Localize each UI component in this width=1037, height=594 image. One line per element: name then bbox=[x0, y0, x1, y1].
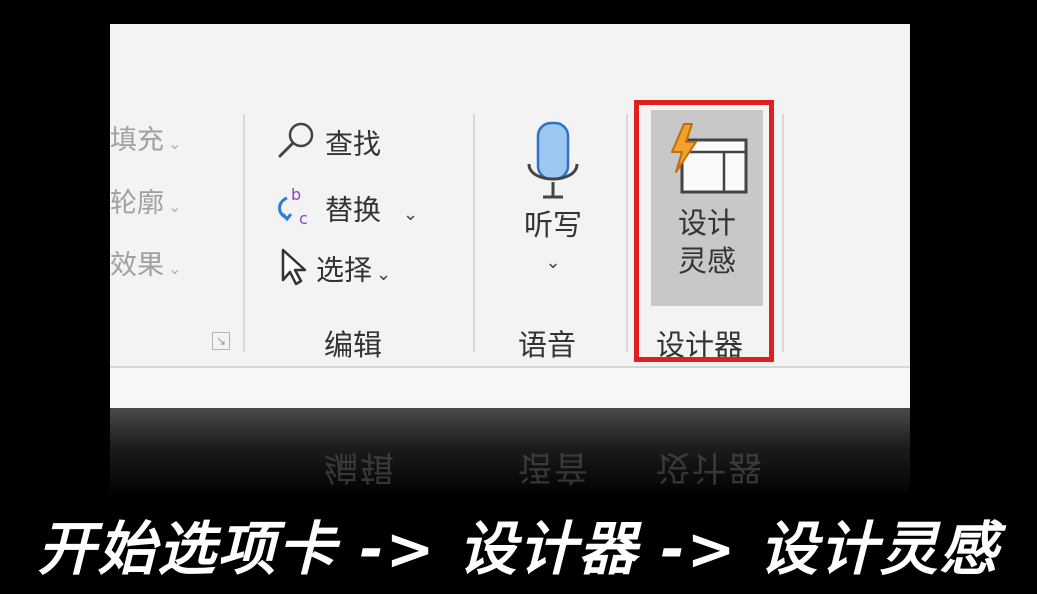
shape-effects-label: 效果 bbox=[110, 250, 164, 281]
replace-label: 替换 bbox=[325, 193, 382, 227]
shape-effects-dropdown[interactable]: 效果 ⌄ bbox=[110, 249, 181, 286]
replace-button[interactable]: b c 替换 ⌄ bbox=[273, 184, 418, 239]
group-separator bbox=[782, 114, 784, 352]
highlight-box bbox=[634, 100, 774, 362]
chevron-down-icon: ⌄ bbox=[168, 259, 182, 278]
group-label-editing: 编辑 bbox=[324, 328, 383, 362]
svg-text:c: c bbox=[299, 209, 308, 228]
select-dropdown[interactable]: 选择 ⌄ bbox=[278, 246, 391, 297]
group-separator bbox=[626, 114, 628, 352]
microphone-icon bbox=[510, 120, 596, 206]
find-label: 查找 bbox=[325, 127, 382, 161]
chevron-down-icon: ⌄ bbox=[376, 263, 392, 285]
ribbon: 填充 ⌄ 轮廓 ⌄ 效果 ⌄ ↘ 查找 b c 替换 ⌄ 选择 ⌄ 编辑 听写 … bbox=[110, 24, 910, 408]
find-button[interactable]: 查找 bbox=[275, 120, 381, 171]
reflection-voice: 语音 bbox=[518, 447, 590, 487]
dictate-button[interactable]: 听写 ⌄ bbox=[510, 120, 596, 273]
group-separator bbox=[243, 114, 245, 352]
ribbon-reflection: 编辑 语音 设计器 bbox=[110, 408, 910, 498]
chevron-down-icon[interactable]: ⌄ bbox=[403, 204, 418, 225]
instruction-caption: 开始选项卡 -> 设计器 -> 设计灵感 bbox=[37, 515, 1000, 583]
shape-fill-label: 填充 bbox=[110, 125, 164, 156]
chevron-down-icon[interactable]: ⌄ bbox=[510, 252, 596, 273]
group-separator bbox=[473, 114, 475, 352]
group-label-voice: 语音 bbox=[518, 328, 577, 362]
shape-outline-dropdown[interactable]: 轮廓 ⌄ bbox=[110, 187, 181, 224]
dialog-launcher-icon[interactable]: ↘ bbox=[212, 332, 230, 350]
reflection-editing: 编辑 bbox=[324, 447, 396, 487]
reflection-designer: 设计器 bbox=[656, 447, 764, 487]
dictate-label: 听写 bbox=[523, 208, 582, 242]
shape-outline-label: 轮廓 bbox=[110, 188, 164, 219]
svg-text:b: b bbox=[291, 185, 301, 204]
ribbon-bottom-bar bbox=[110, 366, 910, 408]
chevron-down-icon: ⌄ bbox=[168, 134, 182, 153]
replace-icon: b c bbox=[273, 184, 317, 239]
search-icon bbox=[275, 120, 317, 171]
cursor-arrow-icon bbox=[278, 246, 308, 297]
shape-fill-dropdown[interactable]: 填充 ⌄ bbox=[110, 124, 181, 161]
chevron-down-icon: ⌄ bbox=[168, 197, 182, 216]
select-label: 选择 bbox=[316, 253, 373, 287]
